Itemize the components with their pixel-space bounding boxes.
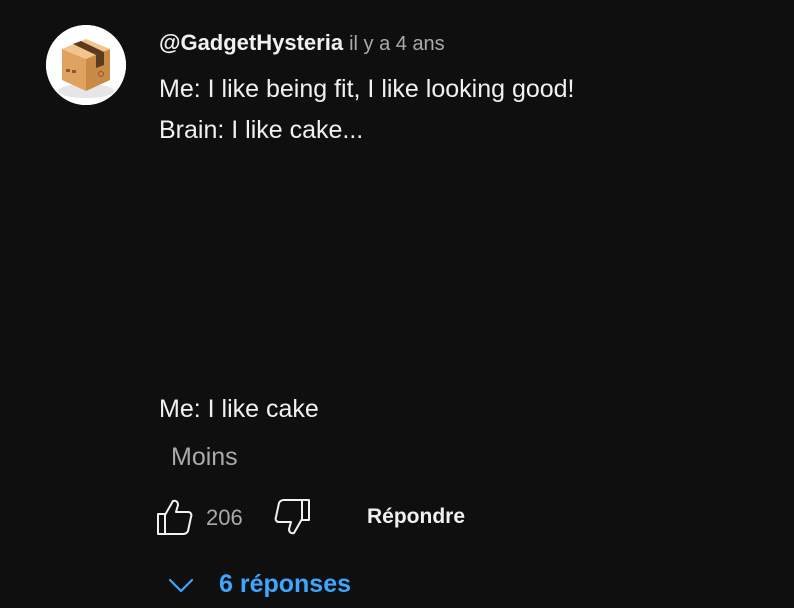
- like-button[interactable]: [155, 497, 195, 537]
- comment-text-line: Brain: I like cake...: [159, 116, 364, 144]
- cardboard-box-icon: [46, 25, 126, 105]
- reply-button[interactable]: Répondre: [367, 505, 465, 529]
- comment-thread: @GadgetHysteria il y a 4 ans Me: I like b…: [0, 0, 794, 608]
- author-name[interactable]: @GadgetHysteria: [159, 30, 343, 55]
- thumbs-down-icon: [274, 499, 310, 535]
- like-count: 206: [206, 505, 243, 530]
- thumbs-up-icon: [157, 499, 193, 535]
- chevron-down-icon: [168, 578, 194, 593]
- show-less-button[interactable]: Moins: [171, 443, 238, 472]
- dislike-button[interactable]: [272, 497, 316, 537]
- avatar[interactable]: [46, 25, 126, 105]
- comment-text-line: Me: I like cake: [159, 395, 319, 423]
- timestamp[interactable]: il y a 4 ans: [349, 33, 445, 55]
- comment-header: @GadgetHysteria il y a 4 ans: [159, 30, 445, 56]
- comment-text-line: Me: I like being fit, I like looking goo…: [159, 75, 575, 103]
- replies-count-label: 6 réponses: [219, 570, 352, 598]
